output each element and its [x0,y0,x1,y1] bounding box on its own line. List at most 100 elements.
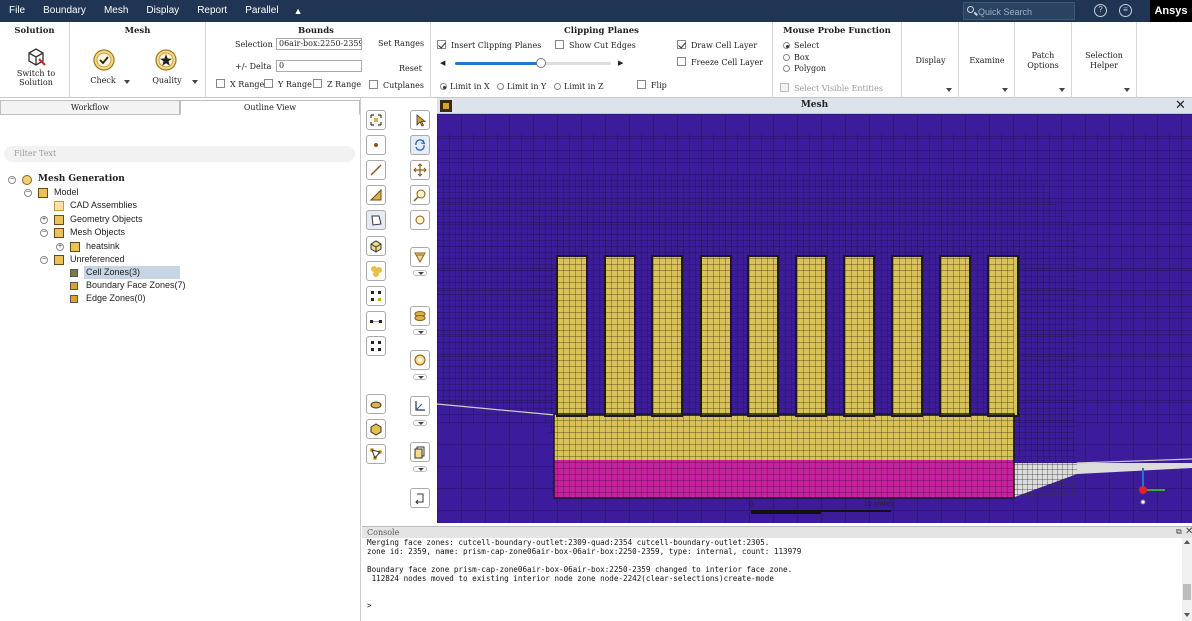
tree-item-unreferenced[interactable]: − Unreferenced [0,253,360,266]
lighting-dropdown-icon[interactable] [413,374,427,380]
tree-item-heatsink[interactable]: + heatsink [0,240,360,253]
select-face-button[interactable] [366,185,386,205]
clip-view-button[interactable] [410,306,430,326]
select-grid-nodes-button[interactable] [366,336,386,356]
settings-icon[interactable]: ≡ [1119,4,1132,17]
reset-button[interactable]: Reset [399,64,422,73]
quality-dropdown-icon[interactable] [192,80,198,84]
limit-x-radio[interactable] [440,83,447,90]
view-orient-dropdown-icon[interactable] [413,270,427,276]
patch-options-group[interactable]: Patch Options [1015,22,1072,98]
selection-helper-button[interactable]: Selection Helper [1078,51,1130,71]
tree-item-model[interactable]: − Model [0,186,360,199]
select-edge-button[interactable] [366,160,386,180]
display-group[interactable]: Display [902,22,959,98]
collapse-icon[interactable]: − [8,176,16,184]
limit-z-radio[interactable] [554,83,561,90]
box-radio[interactable] [783,54,790,61]
quick-search-input[interactable]: Quick Search [963,2,1075,20]
expand-icon[interactable]: + [40,216,48,224]
display-dropdown-icon[interactable] [946,88,952,92]
cutplanes-checkbox[interactable] [369,80,378,89]
selection-helper-dropdown-icon[interactable] [1124,88,1130,92]
tree-item-mesh-generation[interactable]: − Mesh Generation [0,173,360,186]
console-prompt[interactable]: > [367,601,1182,610]
delta-input[interactable]: 0 [276,60,362,72]
expand-icon[interactable]: + [56,243,64,251]
draw-cell-layer-checkbox[interactable] [677,40,686,49]
filter-text-input[interactable]: Filter Text [4,146,355,162]
tree-item-edge-zones[interactable]: Edge Zones(0) [0,292,360,305]
slider-left-arrow-icon[interactable]: ◀ [440,59,445,67]
display-object-button[interactable] [366,419,386,439]
clipping-slider[interactable] [455,58,611,68]
collapse-icon[interactable]: − [40,256,48,264]
clipping-slider-thumb[interactable] [535,58,546,68]
quality-button[interactable]: Quality [150,48,190,88]
freeze-cell-layer-checkbox[interactable] [677,57,686,66]
console-output[interactable]: Merging face zones: cutcell-boundary-out… [362,538,1182,621]
axes-button[interactable] [410,396,430,416]
menu-boundary[interactable]: Boundary [34,0,95,22]
select-cell-button[interactable] [366,210,386,230]
tab-workflow[interactable]: Workflow [0,100,180,115]
patch-options-button[interactable]: Patch Options [1023,51,1063,71]
chevron-up-icon[interactable]: ▲ [288,6,309,16]
pan-button[interactable] [410,160,430,180]
collapse-icon[interactable]: − [40,229,48,237]
select-point-button[interactable] [366,135,386,155]
mesh-graphics-window[interactable]: 0 10 (mm) [437,114,1192,523]
display-graph-button[interactable] [366,444,386,464]
scroll-thumb[interactable] [1183,584,1191,600]
switch-to-solution-button[interactable]: Switch to Solution [8,42,64,92]
scroll-down-icon[interactable] [1184,613,1190,617]
select-mode-button[interactable] [410,110,430,130]
insert-clipping-checkbox[interactable] [437,40,446,49]
menu-report[interactable]: Report [188,0,236,22]
select-line-nodes-button[interactable] [366,311,386,331]
axes-dropdown-icon[interactable] [413,420,427,426]
collapse-icon[interactable]: − [24,189,32,197]
menu-file[interactable]: File [0,0,34,22]
clip-view-dropdown-icon[interactable] [413,329,427,335]
copy-screen-button[interactable] [410,442,430,462]
polygon-radio[interactable] [783,65,790,72]
console-close-icon[interactable]: ✕ [1185,526,1192,537]
tree-item-boundary-face-zones[interactable]: Boundary Face Zones(7) [0,279,360,292]
select-zone-button[interactable] [366,261,386,281]
display-button[interactable]: Display [902,56,959,65]
y-range-checkbox[interactable] [264,79,273,88]
check-button[interactable]: Check [88,48,128,88]
select-visible-checkbox[interactable] [780,83,789,92]
console-undock-icon[interactable]: ⧉ [1176,527,1182,537]
tree-item-cad-assemblies[interactable]: CAD Assemblies [0,199,360,212]
select-nodes-button[interactable] [366,286,386,306]
examine-group[interactable]: Examine [959,22,1015,98]
selection-input[interactable]: 06air-box:2250-2359 [276,38,362,50]
help-icon[interactable]: ? [1094,4,1107,17]
selection-helper-group[interactable]: Selection Helper [1072,22,1137,98]
undo-view-button[interactable] [410,488,430,508]
select-radio[interactable] [783,42,790,49]
close-icon[interactable]: ✕ [1175,98,1186,112]
zoom-button[interactable] [410,185,430,205]
tree-item-geometry-objects[interactable]: + Geometry Objects [0,213,360,226]
fit-zoom-button[interactable] [366,110,386,130]
set-ranges-button[interactable]: Set Ranges [378,39,424,48]
menu-mesh[interactable]: Mesh [95,0,137,22]
examine-button[interactable]: Examine [959,56,1015,65]
mesh-canvas[interactable] [437,114,1192,523]
menu-parallel[interactable]: Parallel [236,0,287,22]
console-scrollbar[interactable] [1182,538,1192,621]
tab-outline-view[interactable]: Outline View [180,100,360,115]
flip-checkbox[interactable] [637,80,646,89]
slider-right-arrow-icon[interactable]: ▶ [618,59,623,67]
check-dropdown-icon[interactable] [124,80,130,84]
rotate-button[interactable] [410,135,430,155]
tree-item-cell-zones[interactable]: Cell Zones(3) [0,266,360,279]
patch-options-dropdown-icon[interactable] [1059,88,1065,92]
examine-dropdown-icon[interactable] [1002,88,1008,92]
z-range-checkbox[interactable] [313,79,322,88]
copy-screen-dropdown-icon[interactable] [413,466,427,472]
select-object-button[interactable] [366,236,386,256]
